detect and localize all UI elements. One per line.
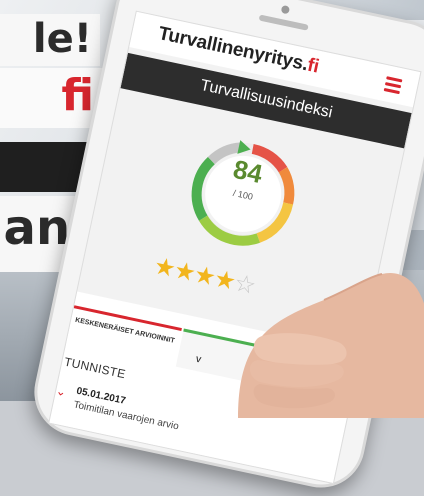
phone-speaker	[258, 14, 309, 31]
banner-line-1: le!	[0, 14, 100, 66]
hamburger-menu-icon[interactable]	[383, 76, 403, 94]
hand-holding-phone	[238, 273, 424, 418]
phone-camera	[280, 4, 291, 15]
